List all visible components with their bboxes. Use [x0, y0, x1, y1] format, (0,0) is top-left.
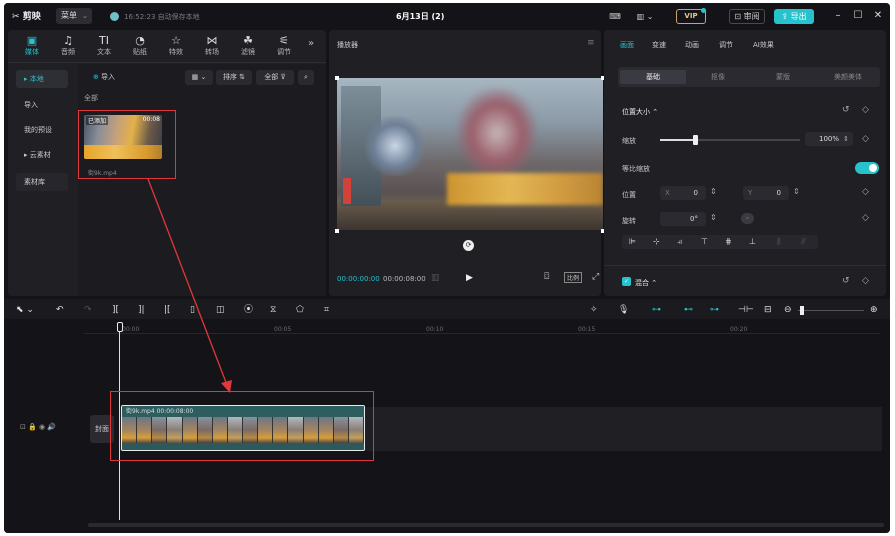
app-window: ✂ 剪映 菜单 ⌄ 16:52:23 自动保存本地 6月13日 (2) ⌨ ▥ ⌄… — [4, 3, 890, 533]
annotation-arrow — [147, 178, 232, 393]
